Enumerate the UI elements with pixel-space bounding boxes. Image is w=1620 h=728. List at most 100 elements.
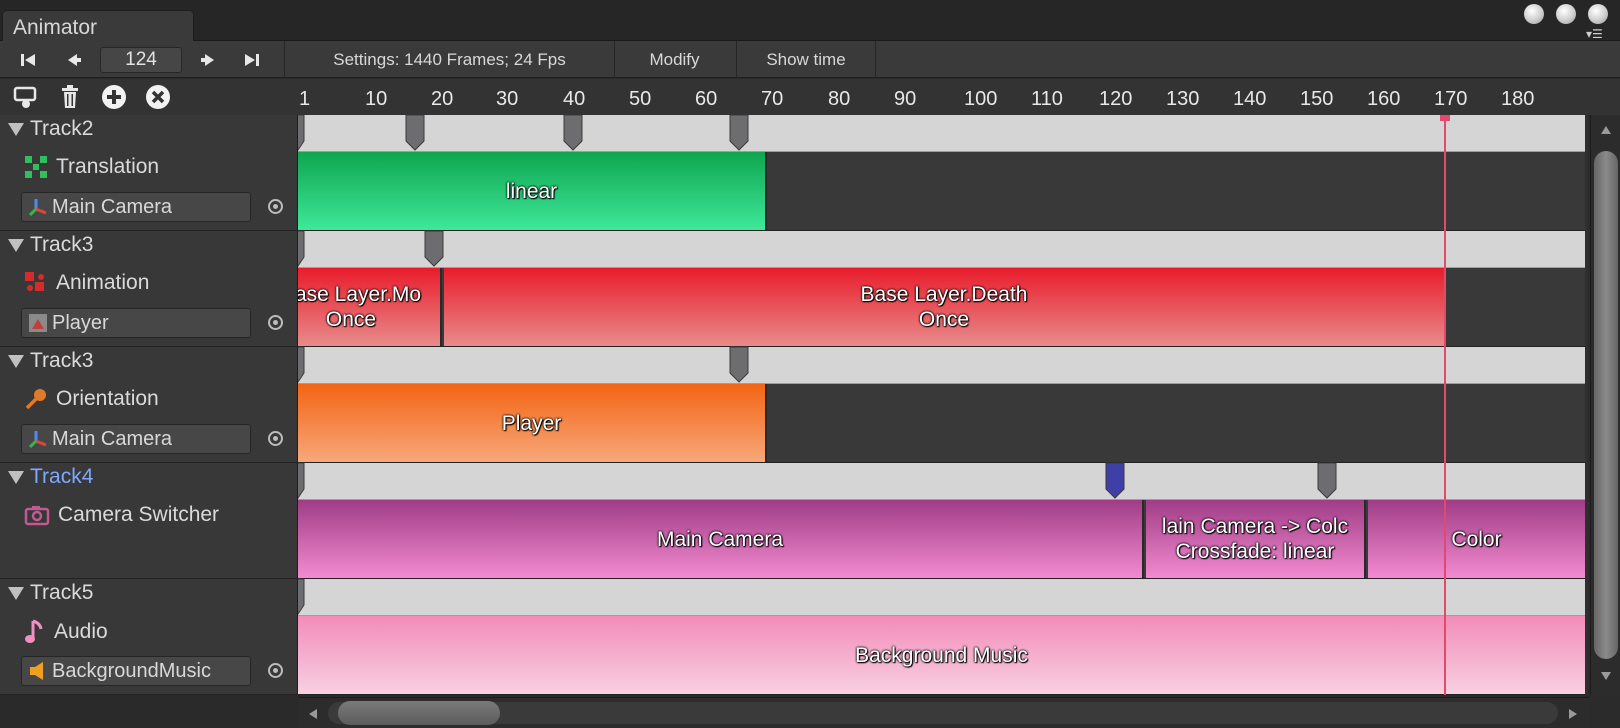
- keyframe-lane[interactable]: [298, 347, 1585, 384]
- next-frame-button[interactable]: [190, 41, 226, 78]
- track-title[interactable]: Track3: [8, 233, 93, 257]
- playback-toolbar: Settings: 1440 Frames; 24 Fps Modify Sho…: [0, 41, 1620, 78]
- ruler-tick-label: 50: [629, 88, 652, 110]
- window-close-button[interactable]: [1588, 4, 1608, 24]
- clip-lane[interactable]: Base Layer.Mo Once Base Layer.Death Once: [298, 268, 1585, 347]
- scroll-left-icon[interactable]: [308, 708, 318, 720]
- delete-track-button[interactable]: [54, 82, 86, 112]
- window-maximize-button[interactable]: [1556, 4, 1576, 24]
- track-object-label: Main Camera: [52, 195, 173, 218]
- track-type: Camera Switcher: [24, 503, 219, 527]
- track-list-panel: Track2 Translation Main Camera Track3 An…: [0, 115, 298, 695]
- previous-frame-button[interactable]: [56, 41, 92, 78]
- ruler-tick-label: 170: [1434, 88, 1468, 110]
- collapse-triangle-icon[interactable]: [8, 470, 24, 484]
- collapse-triangle-icon[interactable]: [8, 354, 24, 368]
- ruler-tick-label: 30: [496, 88, 519, 110]
- audio-clip[interactable]: Background Music: [298, 616, 1585, 694]
- add-cutscene-button[interactable]: [10, 82, 42, 112]
- track-object-field[interactable]: BackgroundMusic: [21, 656, 251, 686]
- horizontal-scrollbar[interactable]: [298, 697, 1590, 728]
- keyframe-lane[interactable]: [298, 463, 1585, 500]
- scroll-up-icon[interactable]: [1600, 125, 1612, 135]
- track-object-field[interactable]: Main Camera: [21, 192, 251, 222]
- clip-lane[interactable]: Player: [298, 384, 1585, 463]
- frame-ruler[interactable]: 1 10 20 30 40 50 60 70 80 90 100 110 120 130 140 150 160…: [298, 79, 1620, 115]
- keyframe-lane[interactable]: [298, 231, 1585, 268]
- animation-clip[interactable]: Base Layer.Mo Once: [298, 268, 442, 346]
- translation-icon: [25, 156, 47, 178]
- window-minimize-button[interactable]: [1524, 4, 1544, 24]
- ruler-tick-label: 20: [431, 88, 454, 110]
- track-object-label: Main Camera: [52, 427, 173, 450]
- camera-transition-clip[interactable]: lain Camera -> Colc Crossfade: linear: [1146, 500, 1366, 578]
- window-tab-bar: Animator ▾☰: [0, 0, 1620, 41]
- track-header[interactable]: Track5 Audio BackgroundMusic: [0, 579, 298, 695]
- show-time-button[interactable]: Show time: [736, 41, 876, 78]
- horizontal-scroll-thumb[interactable]: [338, 701, 500, 725]
- track-object-field[interactable]: Main Camera: [21, 424, 251, 454]
- track-name: Track3: [30, 349, 94, 372]
- bottom-left-filler: [0, 695, 298, 728]
- track-object-field[interactable]: Player: [21, 308, 251, 338]
- settings-button[interactable]: Settings: 1440 Frames; 24 Fps: [284, 41, 614, 78]
- ruler-tick-label: 40: [563, 88, 586, 110]
- camera-icon: [24, 506, 50, 526]
- object-picker-icon[interactable]: [268, 315, 283, 330]
- trash-icon: [62, 85, 78, 108]
- animator-tab[interactable]: Animator: [2, 10, 194, 41]
- object-picker-icon[interactable]: [268, 431, 283, 446]
- camera-shot-clip[interactable]: Color: [1368, 500, 1585, 578]
- timeline-area[interactable]: linear Base Layer.Mo Once Base Layer.Dea…: [298, 115, 1588, 695]
- collapse-triangle-icon[interactable]: [8, 238, 24, 252]
- first-frame-button[interactable]: [10, 41, 46, 78]
- keyframe-lane[interactable]: [298, 115, 1585, 152]
- current-frame-input[interactable]: [100, 47, 182, 73]
- track-header[interactable]: Track3 Animation Player: [0, 231, 298, 347]
- clip-lane[interactable]: Main Camera lain Camera -> Colc Crossfad…: [298, 500, 1585, 579]
- add-track-button[interactable]: [98, 82, 130, 112]
- horizontal-scroll-track[interactable]: [328, 702, 1558, 724]
- ruler-tick-label: 140: [1233, 88, 1267, 110]
- scroll-right-icon[interactable]: [1568, 708, 1578, 720]
- orientation-clip[interactable]: Player: [298, 384, 767, 462]
- object-picker-icon[interactable]: [268, 663, 283, 678]
- ruler-tick-label: 160: [1367, 88, 1401, 110]
- camera-shot-clip[interactable]: Main Camera: [298, 500, 1144, 578]
- track-name: Track4: [30, 465, 94, 488]
- transform-icon: [28, 431, 47, 449]
- modify-button[interactable]: Modify: [614, 41, 734, 78]
- keyframe-lane[interactable]: [298, 579, 1585, 616]
- animator-object-icon: [29, 314, 47, 332]
- panel-menu-icon[interactable]: ▾☰: [1586, 28, 1603, 40]
- translation-clip[interactable]: linear: [298, 152, 767, 230]
- clip-lane[interactable]: Background Music: [298, 616, 1585, 695]
- track-header[interactable]: Track4 Camera Switcher: [0, 463, 298, 579]
- remove-track-button[interactable]: [142, 82, 174, 112]
- playhead-line[interactable]: [1444, 115, 1446, 695]
- track-type-label: Camera Switcher: [58, 503, 220, 526]
- track-title[interactable]: Track3: [8, 349, 93, 373]
- collapse-triangle-icon[interactable]: [8, 586, 24, 600]
- vertical-scrollbar[interactable]: [1590, 115, 1620, 695]
- vertical-scroll-thumb[interactable]: [1594, 151, 1618, 659]
- track-object-label: Player: [52, 311, 109, 334]
- track-header[interactable]: Track2 Translation Main Camera: [0, 115, 298, 231]
- step-forward-icon: [201, 53, 214, 66]
- clip-lane[interactable]: linear: [298, 152, 1585, 231]
- track-title[interactable]: Track2: [8, 117, 93, 141]
- playhead-handle[interactable]: [1440, 115, 1450, 121]
- track-name: Track5: [30, 581, 94, 604]
- track-type-label: Translation: [56, 155, 160, 178]
- track-header[interactable]: Track3 Orientation Main Camera: [0, 347, 298, 463]
- last-frame-button[interactable]: [234, 41, 270, 78]
- collapse-triangle-icon[interactable]: [8, 122, 24, 136]
- object-picker-icon[interactable]: [268, 199, 283, 214]
- track-title[interactable]: Track5: [8, 581, 93, 605]
- track-title[interactable]: Track4: [8, 465, 93, 489]
- scroll-down-icon[interactable]: [1600, 671, 1612, 681]
- animation-clip[interactable]: Base Layer.Death Once: [444, 268, 1446, 346]
- tab-title: Animator: [13, 16, 98, 39]
- ruler-tick-label: 110: [1031, 88, 1063, 110]
- step-back-icon: [68, 53, 81, 66]
